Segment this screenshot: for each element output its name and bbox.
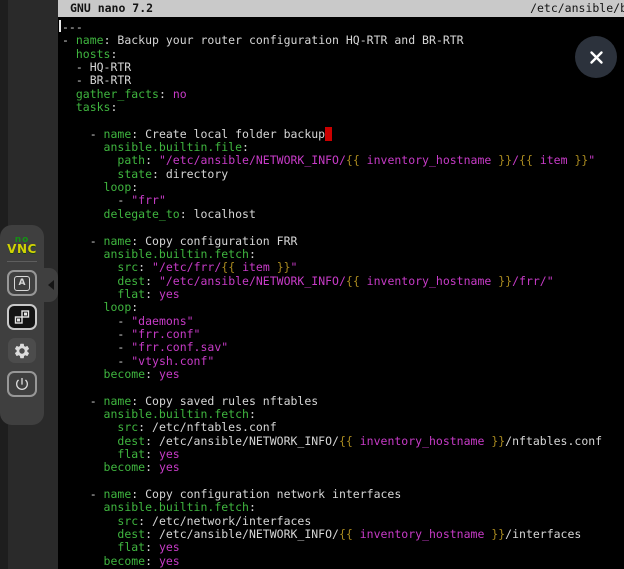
- toolbar-collapse-handle[interactable]: [44, 268, 58, 302]
- code-line: dest: /etc/ansible/NETWORK_INFO/{{ inven…: [62, 435, 624, 448]
- code-line: - "frr.conf": [62, 328, 624, 341]
- code-line: dest: /etc/ansible/NETWORK_INFO/{{ inven…: [62, 528, 624, 541]
- code-line: flat: yes: [62, 288, 624, 301]
- code-line: become: yes: [62, 461, 624, 474]
- code-line: - name: Copy configuration network inter…: [62, 488, 624, 501]
- code-line: - name: Copy saved rules nftables: [62, 395, 624, 408]
- terminal-window[interactable]: GNU nano 7.2 /etc/ansible/b ---- name: B…: [58, 0, 624, 569]
- code-line: [62, 221, 624, 234]
- nano-filepath-label: /etc/ansible/b: [530, 0, 624, 17]
- code-line: ansible.builtin.fetch:: [62, 408, 624, 421]
- code-line: - "vtysh.conf": [62, 355, 624, 368]
- novnc-logo: no VNC: [7, 236, 37, 254]
- code-line: - name: Copy configuration FRR: [62, 235, 624, 248]
- code-line: [62, 114, 624, 127]
- code-line: src: "/etc/frr/{{ item }}": [62, 261, 624, 274]
- code-line: src: /etc/network/interfaces: [62, 515, 624, 528]
- fullscreen-icon: [14, 309, 30, 325]
- power-icon: [14, 376, 30, 392]
- nano-titlebar: GNU nano 7.2 /etc/ansible/b: [58, 0, 624, 17]
- close-icon: [589, 50, 604, 65]
- keyboard-a-icon: A: [14, 276, 30, 291]
- novnc-toolbar: no VNC A: [0, 225, 44, 425]
- power-button[interactable]: [7, 371, 37, 397]
- code-line: state: directory: [62, 168, 624, 181]
- text-caret-artifact: [59, 20, 61, 32]
- gear-icon: [13, 342, 31, 360]
- code-line: become: yes: [62, 368, 624, 381]
- code-line: tasks:: [62, 101, 624, 114]
- novnc-logo-bottom: VNC: [7, 245, 37, 254]
- text-cursor: [325, 127, 332, 141]
- code-line: ansible.builtin.fetch:: [62, 248, 624, 261]
- code-line: flat: yes: [62, 448, 624, 461]
- code-line: [62, 475, 624, 488]
- code-line: [62, 381, 624, 394]
- chevron-left-icon: [48, 280, 54, 290]
- code-line: ansible.builtin.fetch:: [62, 501, 624, 514]
- close-button[interactable]: [575, 36, 617, 78]
- code-line: - "daemons": [62, 315, 624, 328]
- nano-version-label: GNU nano 7.2: [70, 0, 153, 17]
- code-line: - BR-RTR: [62, 74, 624, 87]
- code-line: delegate_to: localhost: [62, 208, 624, 221]
- code-line: - "frr": [62, 194, 624, 207]
- code-line: - name: Backup your router configuration…: [62, 34, 624, 47]
- code-line: loop:: [62, 181, 624, 194]
- settings-button[interactable]: [8, 338, 36, 363]
- code-line: - "frr.conf.sav": [62, 341, 624, 354]
- code-line: gather_facts: no: [62, 88, 624, 101]
- code-line: ---: [62, 21, 624, 34]
- code-line: - HQ-RTR: [62, 61, 624, 74]
- code-line: ansible.builtin.file:: [62, 141, 624, 154]
- code-line: hosts:: [62, 48, 624, 61]
- code-line: loop:: [62, 301, 624, 314]
- code-line: dest: "/etc/ansible/NETWORK_INFO/{{ inve…: [62, 275, 624, 288]
- code-area[interactable]: ---- name: Backup your router configurat…: [58, 17, 624, 568]
- code-line: path: "/etc/ansible/NETWORK_INFO/{{ inve…: [62, 154, 624, 167]
- keyboard-button[interactable]: A: [7, 270, 37, 296]
- code-line: src: /etc/nftables.conf: [62, 421, 624, 434]
- code-line: become: yes: [62, 555, 624, 568]
- fullscreen-button[interactable]: [7, 304, 37, 330]
- code-line: - name: Create local folder backup: [62, 128, 624, 141]
- code-line: flat: yes: [62, 541, 624, 554]
- screen: GNU nano 7.2 /etc/ansible/b ---- name: B…: [0, 0, 624, 569]
- toolbar-divider: [7, 261, 37, 262]
